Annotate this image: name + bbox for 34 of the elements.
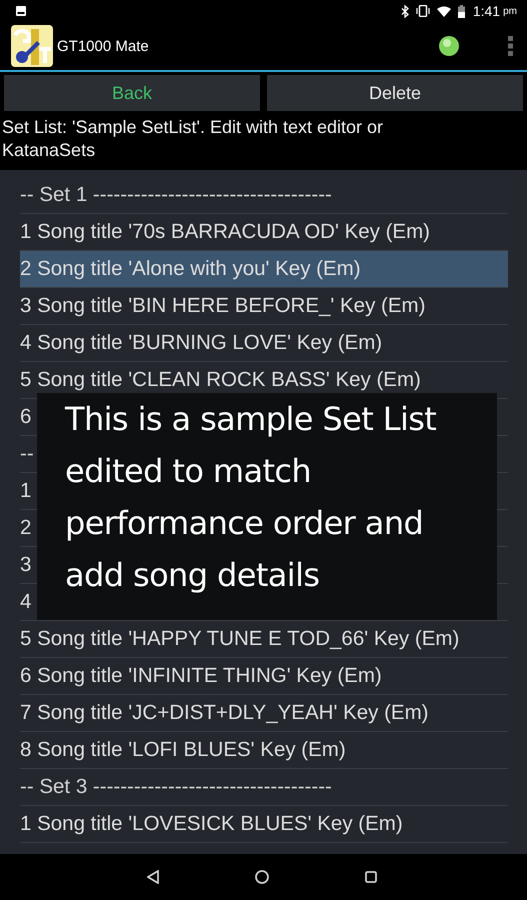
song-item[interactable]: 3 xyxy=(20,547,32,583)
caption-text: This is a sample Set List edited to match performance order and add song details xyxy=(65,399,438,596)
set-list-description: Set List: 'Sample SetList'. Edit with text editor or KatanaSets xyxy=(1,116,384,162)
recents-icon[interactable] xyxy=(364,871,376,883)
song-item[interactable]: 7 Song title 'JC+DIST+DLY_YEAH' Key (Em) xyxy=(20,695,428,731)
app-title: GT1000 Mate xyxy=(57,38,150,54)
bluetooth-icon xyxy=(400,4,409,18)
action-button[interactable]: Delete xyxy=(267,75,523,111)
vibrate-icon xyxy=(416,5,430,17)
song-item[interactable]: 4 Song title 'BURNING LOVE' Key (Em) xyxy=(20,325,382,361)
song-item[interactable]: 6 xyxy=(20,399,32,435)
clock-period: pm xyxy=(503,6,517,16)
set-header[interactable]: -- Set 3 ----------------------------------- xyxy=(20,769,332,805)
back-icon[interactable] xyxy=(146,870,158,884)
overflow-menu-icon[interactable] xyxy=(508,36,513,56)
song-item[interactable]: 1 Song title '70s BARRACUDA OD' Key (Em) xyxy=(20,214,430,250)
song-item[interactable]: 5 Song title 'HAPPY TUNE E TOD_66' Key (Em) xyxy=(20,621,460,657)
battery-icon xyxy=(458,4,465,18)
app-logo-icon xyxy=(11,25,53,67)
song-item[interactable]: 2 xyxy=(20,510,32,546)
home-icon[interactable] xyxy=(254,870,268,884)
image-notification-icon xyxy=(16,6,26,16)
set-header[interactable]: -- Set 1 ----------------------------------- xyxy=(20,177,332,213)
song-item[interactable]: 3 Song title 'BIN HERE BEFORE_' Key (Em) xyxy=(20,288,426,324)
song-item[interactable]: 4 xyxy=(20,584,32,620)
song-item[interactable]: 1 xyxy=(20,473,32,509)
set-header[interactable]: -- xyxy=(20,436,34,472)
action-button[interactable]: Back xyxy=(4,75,260,111)
wifi-icon xyxy=(436,6,451,16)
song-item[interactable]: 1 Song title 'LOVESICK BLUES' Key (Em) xyxy=(20,806,403,842)
song-item[interactable]: 2 Song title 'Alone with you' Key (Em) xyxy=(20,251,508,287)
song-item[interactable]: 8 Song title 'LOFI BLUES' Key (Em) xyxy=(20,732,346,768)
clock-time: 1:41 xyxy=(472,3,500,19)
song-item[interactable]: 6 Song title 'INFINITE THING' Key (Em) xyxy=(20,658,382,694)
